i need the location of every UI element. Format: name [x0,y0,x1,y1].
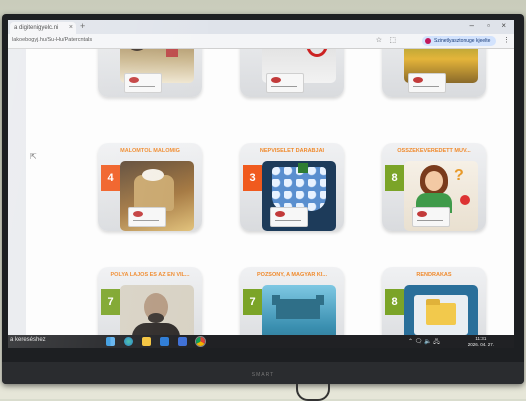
exercise-card[interactable]: POZSONY, A MAGYAR KI... 7 [240,267,344,335]
difficulty-badge: 8 [385,165,404,191]
card-tag [408,73,446,93]
card-tag [124,73,162,93]
search-hint[interactable]: a kereséshez [10,337,46,343]
mouse-cursor: ⇱ [30,152,37,161]
url-text[interactable]: lakoebogyj.hu/Su-Hu/Patercntals [12,37,92,43]
address-bar[interactable]: lakoebogyj.hu/Su-Hu/Patercntals ☆ ⬚ Szin… [8,34,514,49]
store-icon[interactable] [160,337,169,346]
mail-icon[interactable] [178,337,187,346]
tab-bar: a digitenigyelc.ni × + – ▫ × [8,20,514,34]
left-margin [8,49,26,335]
difficulty-badge: 3 [243,165,262,191]
minimize-icon[interactable]: – [470,21,474,30]
new-tab-button[interactable]: + [80,21,85,31]
card-tag [412,207,450,227]
chrome-icon[interactable] [196,337,205,346]
difficulty-badge: 7 [243,289,262,315]
exercise-card[interactable] [240,49,344,97]
cable [296,384,330,401]
profile-button[interactable]: Szinetlyasztonuge kjeelte [422,36,496,46]
card-tag [270,207,308,227]
card-image [262,161,336,231]
exercise-card[interactable] [98,49,202,97]
card-image [404,285,478,335]
more-menu-icon[interactable]: ⋮ [503,36,510,44]
card-tag [266,73,304,93]
windows-taskbar: a kereséshez ⌃ 🗨 🔈 🖧 11:31 2026. 04. 27. [8,335,514,348]
card-title: POZSONY, A MAGYAR KI... [257,272,327,278]
exercise-card[interactable]: PÓLYA LAJOS ÉS AZ ÉN VIL... 7 [98,267,202,335]
card-image [262,285,336,335]
monitor-bezel: SMART [2,362,524,384]
window-close-icon[interactable]: × [501,21,506,30]
exercise-grid: MALOMTÓL MALOMIG 4 NÉPVISELET DARABJAI 3… [26,49,514,335]
card-image [120,161,194,231]
difficulty-badge: 4 [101,165,120,191]
clock[interactable]: 11:31 2026. 04. 27. [468,336,494,347]
exercise-card[interactable]: NÉPVISELET DARABJAI 3 [240,143,344,231]
card-image: ? [404,161,478,231]
avatar [425,38,431,44]
exercise-card[interactable]: MALOMTÓL MALOMIG 4 [98,143,202,231]
monitor-brand: SMART [251,372,275,378]
card-tag [128,207,166,227]
card-title: NÉPVISELET DARABJAI [259,148,325,154]
card-image [120,285,194,335]
system-tray-icons[interactable]: ⌃ 🗨 🔈 🖧 [408,337,440,347]
tab-title: a digitenigyelc.ni [14,25,59,31]
card-title: MALOMTÓL MALOMIG [120,148,180,154]
extensions-icon[interactable]: ⬚ [389,36,396,44]
browser-tab[interactable]: a digitenigyelc.ni × [10,22,76,34]
card-title: RENDRAKÁS [416,272,452,278]
card-title: ÖSSZEKEVEREDETT MŰV... [397,148,471,154]
clock-date: 2026. 04. 27. [467,341,494,347]
edge-icon[interactable] [124,337,133,346]
difficulty-badge: 7 [101,289,120,315]
close-icon[interactable]: × [69,22,73,34]
profile-label: Szinetlyasztonuge kjeelte [434,38,491,44]
file-explorer-icon[interactable] [142,337,151,346]
exercise-card[interactable] [382,49,486,97]
exercise-card[interactable]: RENDRAKÁS 8 [382,267,486,335]
windows-start-icon[interactable] [106,337,115,346]
exercise-card[interactable]: ÖSSZEKEVEREDETT MŰV... 8 ? [382,143,486,231]
bookmark-star-icon[interactable]: ☆ [376,36,382,44]
difficulty-badge: 8 [385,289,404,315]
screen: a digitenigyelc.ni × + – ▫ × lakoebogyj.… [8,20,514,348]
card-title: PÓLYA LAJOS ÉS AZ ÉN VIL... [110,272,190,278]
maximize-icon[interactable]: ▫ [487,21,490,30]
